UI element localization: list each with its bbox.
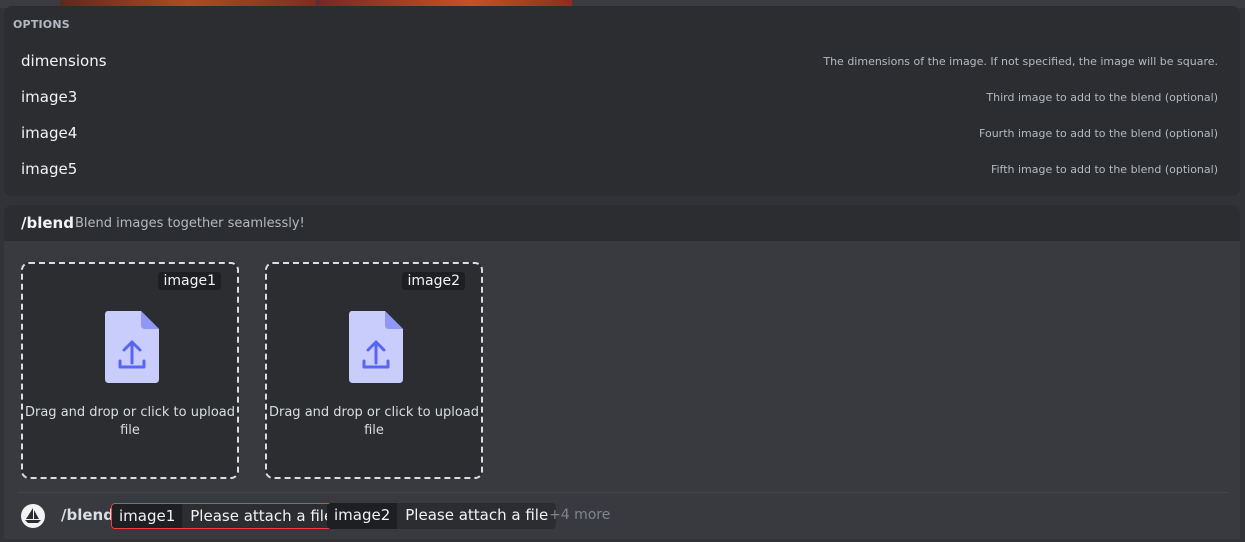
upload-instructions: Drag and drop or click to upload file [268, 405, 479, 438]
option-item-image5[interactable]: image5 Fifth image to add to the blend (… [8, 153, 1232, 187]
param-pill-image2[interactable]: image2 Please attach a file [327, 503, 557, 529]
param-pill-image1[interactable]: image1 Please attach a file [111, 503, 343, 529]
option-item-image4[interactable]: image4 Fourth image to add to the blend … [8, 117, 1232, 151]
bot-avatar [21, 504, 45, 528]
option-name: image4 [21, 124, 78, 142]
file-upload-icon [105, 311, 159, 383]
param-value: Please attach a file [397, 503, 557, 529]
option-name: image3 [21, 88, 78, 106]
option-item-image3[interactable]: image3 Third image to add to the blend (… [8, 81, 1232, 115]
option-name: dimensions [21, 52, 107, 70]
more-params-indicator[interactable]: +4 more [549, 507, 610, 523]
upload-tag: image2 [402, 272, 465, 290]
file-upload-icon [349, 311, 403, 383]
option-description: Third image to add to the blend (optiona… [986, 91, 1218, 104]
sailboat-icon [25, 508, 41, 523]
param-value: Please attach a file [182, 504, 342, 528]
upload-tag: image1 [158, 272, 221, 290]
option-description: Fifth image to add to the blend (optiona… [990, 163, 1218, 176]
options-header: OPTIONS [13, 18, 70, 31]
param-key: image1 [112, 504, 183, 528]
upload-dropzone-image2[interactable]: image2 Drag and drop or click to upload … [265, 262, 483, 479]
command-panel: /blend Blend images together seamlessly!… [4, 205, 1240, 539]
command-header: /blend Blend images together seamlessly! [4, 205, 1240, 241]
option-description: The dimensions of the image. If not spec… [823, 55, 1218, 68]
option-item-dimensions[interactable]: dimensions The dimensions of the image. … [8, 45, 1232, 79]
command-name: /blend [21, 214, 74, 232]
upload-dropzone-image1[interactable]: image1 Drag and drop or click to upload … [21, 262, 239, 479]
input-command: /blend [61, 506, 114, 524]
options-autocomplete-panel: OPTIONS dimensions The dimensions of the… [4, 6, 1240, 196]
upload-instructions: Drag and drop or click to upload file [24, 405, 235, 438]
command-description: Blend images together seamlessly! [75, 216, 305, 231]
option-description: Fourth image to add to the blend (option… [979, 127, 1218, 140]
param-key: image2 [327, 503, 398, 529]
option-name: image5 [21, 160, 78, 178]
message-input-row[interactable]: /blend image1 Please attach a file image… [4, 493, 1240, 539]
